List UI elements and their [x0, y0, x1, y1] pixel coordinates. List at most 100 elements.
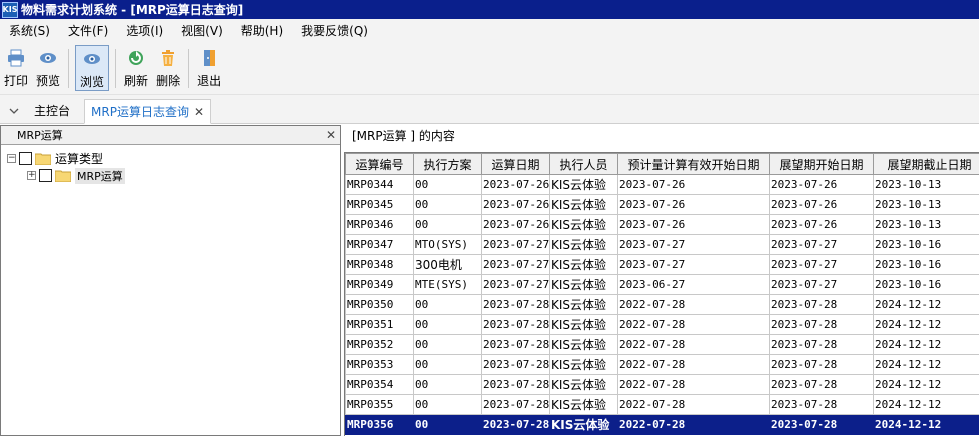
- table-cell: 2023-07-27: [481, 254, 550, 275]
- table-cell: 2023-10-16: [873, 254, 979, 275]
- table-cell: KIS云体验: [549, 234, 618, 255]
- preview-label: 预览: [36, 74, 61, 88]
- table-cell: MRP0345: [345, 194, 414, 215]
- collapse-icon[interactable]: −: [7, 154, 16, 163]
- tree-panel: MRP运算 ✕ − 运算类型 + MRP运算: [0, 125, 341, 436]
- tab-mrp-log-label: MRP运算日志查询: [91, 105, 189, 119]
- table-cell: 2023-10-16: [873, 274, 979, 295]
- menu-feedback[interactable]: 我要反馈(Q): [292, 22, 377, 39]
- table-cell: MRP0346: [345, 214, 414, 235]
- table-cell: MRP0344: [345, 174, 414, 195]
- table-cell: 2023-07-26: [617, 194, 770, 215]
- print-label: 打印: [4, 74, 29, 88]
- menu-file[interactable]: 文件(F): [59, 22, 117, 39]
- log-grid: 运算编号 执行方案 运算日期 执行人员 预计量计算有效开始日期 展望期开始日期 …: [344, 152, 979, 436]
- table-cell: 2023-07-26: [769, 174, 874, 195]
- table-cell: 2023-07-26: [481, 214, 550, 235]
- tree-node-mrp[interactable]: + MRP运算: [7, 167, 340, 184]
- table-cell: 300电机: [413, 254, 482, 275]
- table-cell: 00: [413, 334, 482, 355]
- table-row[interactable]: MRP0350 00 2023-07-28 KIS云体验 2022-07-28 2023-…: [345, 294, 979, 315]
- delete-button[interactable]: 删除: [152, 45, 184, 91]
- column-header[interactable]: 预计量计算有效开始日期: [617, 153, 770, 175]
- tree-checkbox[interactable]: [39, 169, 52, 182]
- column-header[interactable]: 运算日期: [481, 153, 550, 175]
- refresh-button[interactable]: 刷新: [120, 45, 152, 91]
- table-header-row: 运算编号 执行方案 运算日期 执行人员 预计量计算有效开始日期 展望期开始日期 …: [345, 153, 979, 175]
- table-cell: 2023-07-28: [481, 374, 550, 395]
- table-cell: 2024-12-12: [873, 334, 979, 355]
- table-row[interactable]: MRP0345 00 2023-07-26 KIS云体验 2023-07-26 2023-…: [345, 194, 979, 215]
- folder-icon: [35, 153, 51, 165]
- table-cell: 2022-07-28: [617, 354, 770, 375]
- table-cell: 2024-12-12: [873, 394, 979, 415]
- expand-icon[interactable]: +: [27, 171, 36, 180]
- column-header[interactable]: 运算编号: [345, 153, 414, 175]
- menu-system[interactable]: 系统(S): [0, 22, 59, 39]
- preview-button[interactable]: 预览: [32, 45, 64, 91]
- browse-eye-icon: [83, 50, 101, 68]
- table-cell: MRP0353: [345, 354, 414, 375]
- table-cell: 2023-06-27: [617, 274, 770, 295]
- table-cell: 2023-07-26: [617, 214, 770, 235]
- table-row[interactable]: MRP0346 00 2023-07-26 KIS云体验 2023-07-26 2023-…: [345, 214, 979, 235]
- table-cell: 2023-07-27: [769, 234, 874, 255]
- table-cell: 2023-07-26: [769, 194, 874, 215]
- table-cell: 00: [413, 394, 482, 415]
- print-button[interactable]: 打印: [0, 45, 32, 91]
- table-row[interactable]: MRP0348 300电机 2023-07-27 KIS云体验 2023-07-27 20…: [345, 254, 979, 275]
- table-row[interactable]: MRP0351 00 2023-07-28 KIS云体验 2022-07-28 2023-…: [345, 314, 979, 335]
- chevron-down-icon[interactable]: [0, 99, 28, 123]
- table-cell: MRP0350: [345, 294, 414, 315]
- column-header[interactable]: 执行人员: [549, 153, 618, 175]
- toolbar-divider: [115, 49, 117, 88]
- table-row[interactable]: MRP0352 00 2023-07-28 KIS云体验 2022-07-28 2023-…: [345, 334, 979, 355]
- table-cell: KIS云体验: [549, 254, 618, 275]
- table-cell: 00: [413, 174, 482, 195]
- table-row[interactable]: MRP0347 MTO(SYS) 2023-07-27 KIS云体验 2023-07-2…: [345, 234, 979, 255]
- column-header[interactable]: 展望期开始日期: [769, 153, 874, 175]
- tree-node-root[interactable]: − 运算类型: [7, 150, 340, 167]
- tree-view: − 运算类型 + MRP运算: [1, 145, 340, 184]
- table-cell: 00: [413, 214, 482, 235]
- table-row[interactable]: MRP0349 MTE(SYS) 2023-07-27 KIS云体验 2023-06-2…: [345, 274, 979, 295]
- table-cell: 2022-07-28: [617, 374, 770, 395]
- column-header[interactable]: 展望期截止日期: [873, 153, 979, 175]
- column-header[interactable]: 执行方案: [413, 153, 482, 175]
- table-cell: 2023-07-27: [481, 274, 550, 295]
- tab-home[interactable]: 主控台: [28, 98, 76, 123]
- table-row[interactable]: MRP0355 00 2023-07-28 KIS云体验 2022-07-28 2023-…: [345, 394, 979, 415]
- menu-view[interactable]: 视图(V): [172, 22, 232, 39]
- toolbar-divider: [68, 49, 70, 88]
- table-cell: 00: [413, 194, 482, 215]
- content-caption: [MRP运算 ] 的内容: [352, 129, 455, 143]
- table-row[interactable]: MRP0356 00 2023-07-28 KIS云体验 2022-07-28 2023-…: [345, 414, 979, 435]
- table-cell: MRP0356: [345, 414, 414, 435]
- table-cell: 2023-07-26: [481, 194, 550, 215]
- eye-icon: [39, 49, 57, 67]
- tree-checkbox[interactable]: [19, 152, 32, 165]
- table-cell: 2023-07-27: [769, 274, 874, 295]
- table-cell: 2023-10-13: [873, 174, 979, 195]
- tab-mrp-log[interactable]: MRP运算日志查询 ✕: [84, 99, 212, 124]
- menu-options[interactable]: 选项(I): [117, 22, 172, 39]
- menu-help[interactable]: 帮助(H): [232, 22, 292, 39]
- table-cell: KIS云体验: [549, 334, 618, 355]
- table-row[interactable]: MRP0354 00 2023-07-28 KIS云体验 2022-07-28 2023-…: [345, 374, 979, 395]
- table-cell: 2023-07-28: [481, 334, 550, 355]
- exit-button[interactable]: 退出: [193, 45, 225, 91]
- table-row[interactable]: MRP0353 00 2023-07-28 KIS云体验 2022-07-28 2023-…: [345, 354, 979, 375]
- table-cell: MRP0355: [345, 394, 414, 415]
- table-cell: KIS云体验: [549, 174, 618, 195]
- table-cell: KIS云体验: [549, 314, 618, 335]
- table-cell: KIS云体验: [549, 294, 618, 315]
- table-row[interactable]: MRP0344 00 2023-07-26 KIS云体验 2023-07-26 2023-…: [345, 174, 979, 195]
- close-icon[interactable]: ✕: [194, 105, 204, 119]
- toolbar-divider: [188, 49, 190, 88]
- table-cell: MRP0354: [345, 374, 414, 395]
- tree-panel-title: MRP运算: [17, 129, 63, 142]
- browse-button[interactable]: 浏览: [75, 45, 110, 91]
- table-cell: KIS云体验: [549, 374, 618, 395]
- table-cell: 2023-07-28: [769, 334, 874, 355]
- close-icon[interactable]: ✕: [326, 128, 336, 142]
